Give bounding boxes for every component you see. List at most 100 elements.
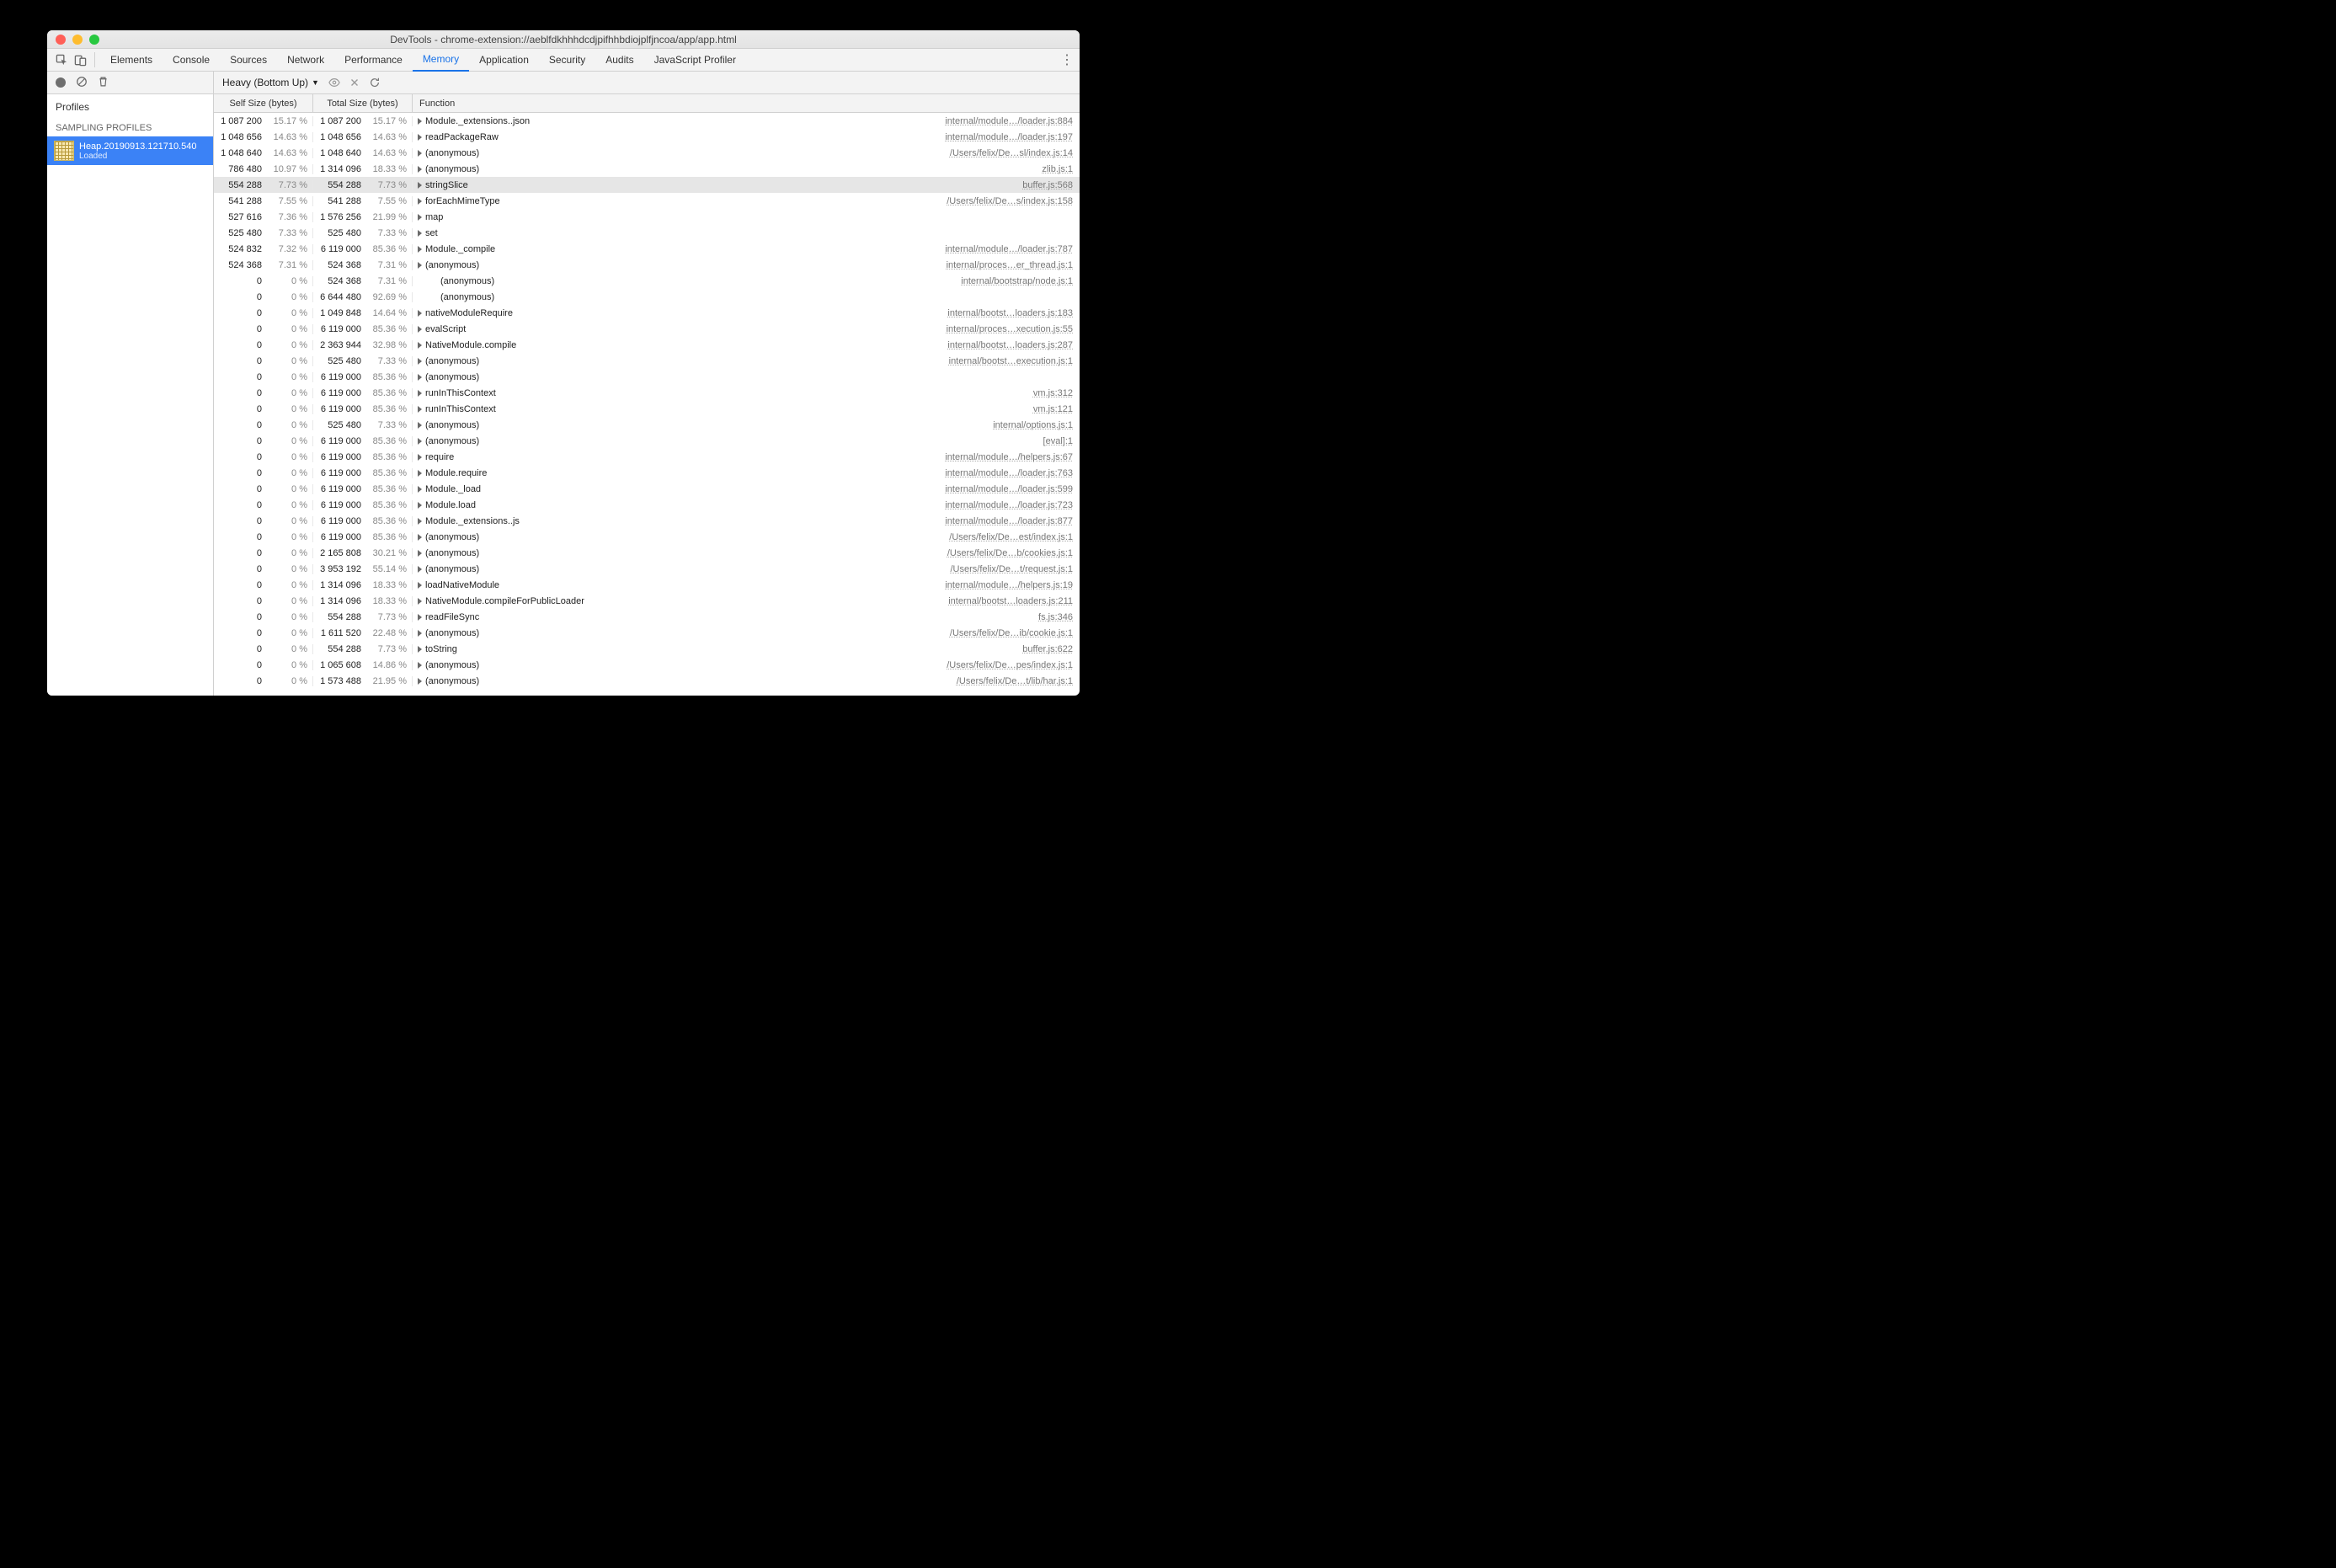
expand-icon[interactable] (418, 214, 422, 221)
source-link[interactable]: internal/proces…xecution.js:55 (947, 324, 1080, 334)
expand-icon[interactable] (418, 550, 422, 557)
expand-icon[interactable] (418, 406, 422, 413)
col-total-size[interactable]: Total Size (bytes) (313, 94, 413, 112)
expand-icon[interactable] (418, 326, 422, 333)
expand-icon[interactable] (418, 454, 422, 461)
expand-icon[interactable] (418, 150, 422, 157)
table-row[interactable]: 00 %6 119 00085.36 %requireinternal/modu… (214, 449, 1080, 465)
expand-icon[interactable] (418, 534, 422, 541)
source-link[interactable]: fs.js:346 (1038, 612, 1080, 622)
source-link[interactable]: internal/bootstrap/node.js:1 (961, 276, 1080, 286)
expand-icon[interactable] (418, 598, 422, 605)
table-row[interactable]: 00 %525 4807.33 %(anonymous)internal/boo… (214, 353, 1080, 369)
source-link[interactable]: internal/module…/loader.js:884 (945, 116, 1080, 126)
table-row[interactable]: 00 %6 119 00085.36 %(anonymous) (214, 369, 1080, 385)
tab-security[interactable]: Security (539, 49, 595, 72)
expand-icon[interactable] (418, 310, 422, 317)
expand-icon[interactable] (418, 390, 422, 397)
refresh-icon[interactable] (365, 77, 385, 88)
table-row[interactable]: 00 %6 644 48092.69 %(anonymous) (214, 289, 1080, 305)
table-row[interactable]: 00 %3 953 19255.14 %(anonymous)/Users/fe… (214, 561, 1080, 577)
source-link[interactable]: internal/bootst…execution.js:1 (949, 356, 1080, 366)
expand-icon[interactable] (418, 502, 422, 509)
inspect-element-icon[interactable] (52, 51, 71, 69)
close-icon[interactable] (344, 77, 365, 88)
expand-icon[interactable] (418, 374, 422, 381)
expand-icon[interactable] (418, 678, 422, 685)
table-row[interactable]: 00 %524 3687.31 %(anonymous)internal/boo… (214, 273, 1080, 289)
zoom-window-button[interactable] (89, 35, 99, 45)
table-row[interactable]: 786 48010.97 %1 314 09618.33 %(anonymous… (214, 161, 1080, 177)
expand-icon[interactable] (418, 614, 422, 621)
more-tabs-icon[interactable]: ⋮ (1058, 51, 1076, 68)
source-link[interactable]: internal/proces…er_thread.js:1 (947, 260, 1080, 270)
expand-icon[interactable] (418, 470, 422, 477)
table-row[interactable]: 00 %6 119 00085.36 %(anonymous)/Users/fe… (214, 529, 1080, 545)
profile-item[interactable]: Heap.20190913.121710.540 Loaded (47, 136, 213, 165)
source-link[interactable]: internal/module…/loader.js:763 (945, 468, 1080, 478)
minimize-window-button[interactable] (72, 35, 83, 45)
table-row[interactable]: 00 %1 611 52022.48 %(anonymous)/Users/fe… (214, 625, 1080, 641)
source-link[interactable]: /Users/felix/De…s/index.js:158 (947, 196, 1080, 206)
clear-button[interactable] (76, 76, 88, 90)
expand-icon[interactable] (418, 662, 422, 669)
table-row[interactable]: 1 048 64014.63 %1 048 64014.63 %(anonymo… (214, 145, 1080, 161)
source-link[interactable]: internal/options.js:1 (993, 420, 1080, 430)
table-row[interactable]: 524 8327.32 %6 119 00085.36 %Module._com… (214, 241, 1080, 257)
table-row[interactable]: 00 %1 573 48821.95 %(anonymous)/Users/fe… (214, 673, 1080, 689)
expand-icon[interactable] (418, 262, 422, 269)
close-window-button[interactable] (56, 35, 66, 45)
source-link[interactable]: vm.js:312 (1033, 388, 1080, 398)
source-link[interactable]: zlib.js:1 (1042, 164, 1080, 174)
table-row[interactable]: 00 %2 165 80830.21 %(anonymous)/Users/fe… (214, 545, 1080, 561)
expand-icon[interactable] (418, 422, 422, 429)
source-link[interactable]: /Users/felix/De…t/request.js:1 (951, 564, 1080, 574)
source-link[interactable]: /Users/felix/De…pes/index.js:1 (947, 660, 1080, 670)
source-link[interactable]: internal/module…/loader.js:197 (945, 132, 1080, 142)
expand-icon[interactable] (418, 646, 422, 653)
source-link[interactable]: internal/bootst…loaders.js:183 (947, 308, 1080, 318)
tab-javascript-profiler[interactable]: JavaScript Profiler (644, 49, 746, 72)
source-link[interactable]: buffer.js:568 (1022, 180, 1080, 190)
expand-icon[interactable] (418, 342, 422, 349)
table-row[interactable]: 1 087 20015.17 %1 087 20015.17 %Module._… (214, 113, 1080, 129)
table-row[interactable]: 554 2887.73 %554 2887.73 %stringSlicebuf… (214, 177, 1080, 193)
source-link[interactable]: /Users/felix/De…est/index.js:1 (949, 532, 1080, 542)
expand-icon[interactable] (418, 630, 422, 637)
table-row[interactable]: 00 %2 363 94432.98 %NativeModule.compile… (214, 337, 1080, 353)
expand-icon[interactable] (418, 582, 422, 589)
expand-icon[interactable] (418, 230, 422, 237)
expand-icon[interactable] (418, 438, 422, 445)
table-row[interactable]: 00 %6 119 00085.36 %runInThisContextvm.j… (214, 401, 1080, 417)
col-function[interactable]: Function (413, 94, 1080, 112)
expand-icon[interactable] (418, 166, 422, 173)
record-button[interactable] (56, 77, 66, 88)
table-row[interactable]: 00 %6 119 00085.36 %Module.requireintern… (214, 465, 1080, 481)
table-row[interactable]: 527 6167.36 %1 576 25621.99 %map (214, 209, 1080, 225)
expand-icon[interactable] (418, 182, 422, 189)
tab-sources[interactable]: Sources (220, 49, 277, 72)
device-toolbar-icon[interactable] (71, 51, 89, 69)
table-row[interactable]: 00 %554 2887.73 %readFileSyncfs.js:346 (214, 609, 1080, 625)
source-link[interactable]: internal/module…/helpers.js:19 (945, 580, 1080, 590)
table-row[interactable]: 1 048 65614.63 %1 048 65614.63 %readPack… (214, 129, 1080, 145)
table-row[interactable]: 541 2887.55 %541 2887.55 %forEachMimeTyp… (214, 193, 1080, 209)
source-link[interactable]: internal/module…/loader.js:599 (945, 484, 1080, 494)
table-row[interactable]: 524 3687.31 %524 3687.31 %(anonymous)int… (214, 257, 1080, 273)
eye-icon[interactable] (324, 77, 344, 88)
source-link[interactable]: /Users/felix/De…sl/index.js:14 (950, 148, 1080, 158)
col-self-size[interactable]: Self Size (bytes) (214, 94, 313, 112)
expand-icon[interactable] (418, 134, 422, 141)
table-row[interactable]: 00 %6 119 00085.36 %runInThisContextvm.j… (214, 385, 1080, 401)
tab-memory[interactable]: Memory (413, 49, 469, 72)
expand-icon[interactable] (418, 566, 422, 573)
source-link[interactable]: internal/module…/loader.js:877 (945, 516, 1080, 526)
tab-network[interactable]: Network (277, 49, 334, 72)
expand-icon[interactable] (418, 518, 422, 525)
table-row[interactable]: 00 %6 119 00085.36 %Module._loadinternal… (214, 481, 1080, 497)
delete-button[interactable] (98, 76, 109, 90)
table-row[interactable]: 00 %554 2887.73 %toStringbuffer.js:622 (214, 641, 1080, 657)
source-link[interactable]: /Users/felix/De…t/lib/har.js:1 (957, 676, 1080, 686)
tab-console[interactable]: Console (163, 49, 220, 72)
table-row[interactable]: 00 %1 065 60814.86 %(anonymous)/Users/fe… (214, 657, 1080, 673)
